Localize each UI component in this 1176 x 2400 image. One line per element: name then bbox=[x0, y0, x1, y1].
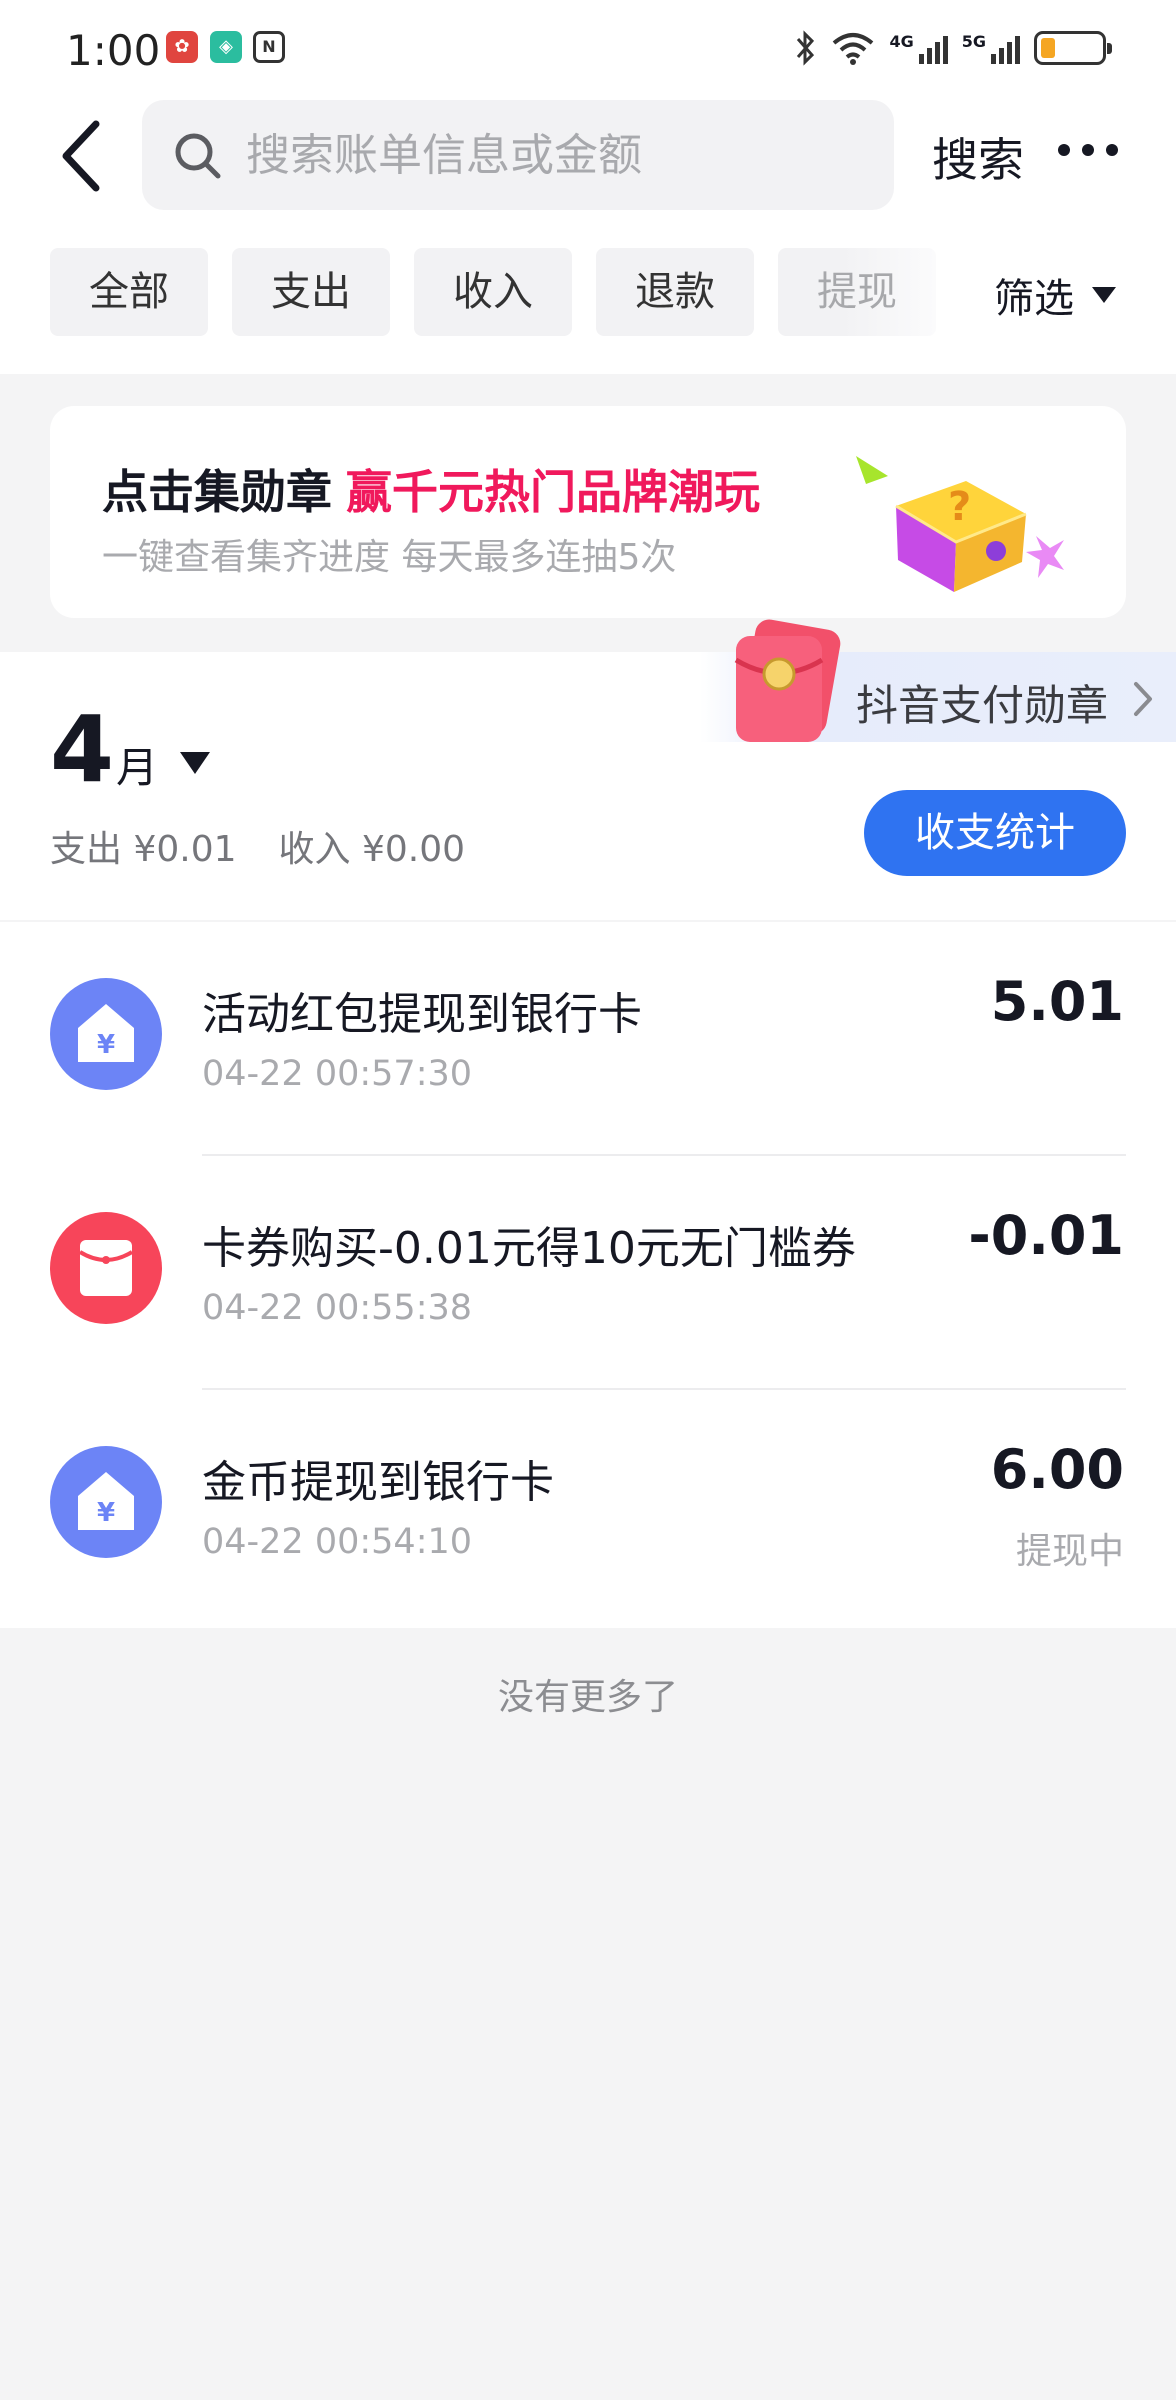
transaction-row[interactable]: 卡券购买-0.01元得10元无门槛券 04-22 00:55:38 -0.01 bbox=[0, 1156, 1176, 1390]
month-unit[interactable]: 月 bbox=[116, 734, 158, 795]
red-envelope-icon bbox=[50, 1212, 162, 1324]
search-box[interactable] bbox=[142, 100, 894, 210]
wifi-icon bbox=[833, 33, 874, 65]
search-input[interactable] bbox=[246, 122, 866, 188]
huawei-app-icon: ✿ bbox=[166, 31, 198, 63]
chevron-left-icon bbox=[62, 120, 100, 192]
status-time: 1:00 bbox=[66, 26, 161, 75]
red-envelope-medal-icon bbox=[734, 619, 841, 742]
more-options-button[interactable] bbox=[1058, 144, 1118, 156]
transaction-time: 04-22 00:57:30 bbox=[202, 1054, 473, 1094]
svg-text:¥: ¥ bbox=[97, 1498, 115, 1528]
nfc-icon: N bbox=[253, 31, 285, 63]
medal-label: 抖音支付勋章 bbox=[856, 681, 1109, 730]
banner-title-text: 点击集勋章 bbox=[102, 465, 332, 519]
more-dot-icon bbox=[1106, 144, 1118, 156]
battery-icon bbox=[1034, 31, 1112, 65]
chip-withdraw[interactable]: 提现 bbox=[778, 248, 936, 336]
caret-down-icon bbox=[1092, 287, 1116, 303]
more-dot-icon bbox=[1082, 144, 1094, 156]
filter-chips: 全部 支出 收入 退款 提现 bbox=[50, 248, 936, 336]
transaction-amount: 5.01 bbox=[990, 970, 1124, 1033]
transaction-title: 卡券购买-0.01元得10元无门槛券 bbox=[202, 1223, 856, 1274]
no-more-text: 没有更多了 bbox=[497, 1677, 678, 1718]
chip-all[interactable]: 全部 bbox=[50, 248, 208, 336]
income-expense-stats-button[interactable]: 收支统计 bbox=[864, 790, 1126, 876]
signal-4g-label: 4G bbox=[889, 32, 914, 51]
month-income-total: 收入 ¥0.00 bbox=[278, 829, 466, 870]
transaction-status: 提现中 bbox=[1015, 1531, 1124, 1572]
transaction-time: 04-22 00:55:38 bbox=[202, 1288, 473, 1328]
medal-promo-banner[interactable]: 点击集勋章 赢千元热门品牌潮玩 一键查看集齐进度 每天最多连抽5次 ? bbox=[50, 406, 1126, 618]
transaction-list: ¥ 活动红包提现到银行卡 04-22 00:57:30 5.01 卡券购买-0.… bbox=[0, 922, 1176, 1628]
chip-refund[interactable]: 退款 bbox=[596, 248, 754, 336]
status-bar: 1:00 ✿ ◈ N 4G 5G bbox=[0, 0, 1176, 96]
cellular-signal-4g-icon: 4G bbox=[889, 32, 948, 64]
banner-highlight: 赢千元热门品牌潮玩 bbox=[346, 465, 760, 519]
signal-5g-label: 5G bbox=[961, 32, 986, 51]
back-button[interactable] bbox=[56, 118, 116, 194]
transaction-amount: 6.00 bbox=[990, 1438, 1124, 1501]
withdraw-house-icon: ¥ bbox=[50, 978, 162, 1090]
transaction-amount: -0.01 bbox=[968, 1204, 1124, 1267]
transaction-row[interactable]: ¥ 活动红包提现到银行卡 04-22 00:57:30 5.01 bbox=[0, 922, 1176, 1156]
chip-income[interactable]: 收入 bbox=[414, 248, 572, 336]
search-icon bbox=[175, 133, 221, 179]
mystery-box-icon: ? bbox=[856, 456, 1064, 592]
chevron-right-icon bbox=[1134, 682, 1152, 716]
cellular-signal-5g-icon: 5G bbox=[962, 32, 1020, 64]
month-number[interactable]: 4 bbox=[50, 700, 114, 800]
search-button[interactable]: 搜索 bbox=[932, 124, 1024, 190]
status-right: 4G 5G bbox=[795, 26, 1112, 70]
bluetooth-icon bbox=[797, 30, 815, 66]
filter-label: 筛选 bbox=[994, 276, 1074, 322]
banner-subtitle: 一键查看集齐进度 每天最多连抽5次 bbox=[102, 537, 677, 578]
filter-dropdown[interactable]: 筛选 bbox=[994, 266, 1116, 324]
month-totals: 支出 ¥0.01 收入 ¥0.00 bbox=[50, 820, 465, 872]
shield-app-icon: ◈ bbox=[210, 31, 242, 63]
chip-expense[interactable]: 支出 bbox=[232, 248, 390, 336]
svg-text:?: ? bbox=[948, 484, 971, 530]
withdraw-house-icon: ¥ bbox=[50, 1446, 162, 1558]
banner-title: 点击集勋章 赢千元热门品牌潮玩 bbox=[102, 456, 760, 522]
transaction-title: 金币提现到银行卡 bbox=[202, 1457, 554, 1508]
svg-text:¥: ¥ bbox=[97, 1030, 115, 1060]
month-dropdown-caret-icon[interactable] bbox=[180, 752, 210, 774]
more-dot-icon bbox=[1058, 144, 1070, 156]
transaction-title: 活动红包提现到银行卡 bbox=[202, 989, 642, 1040]
transaction-time: 04-22 00:54:10 bbox=[202, 1522, 473, 1562]
month-expense-total: 支出 ¥0.01 bbox=[50, 829, 237, 870]
transaction-row[interactable]: ¥ 金币提现到银行卡 04-22 00:54:10 6.00 提现中 bbox=[0, 1390, 1176, 1624]
